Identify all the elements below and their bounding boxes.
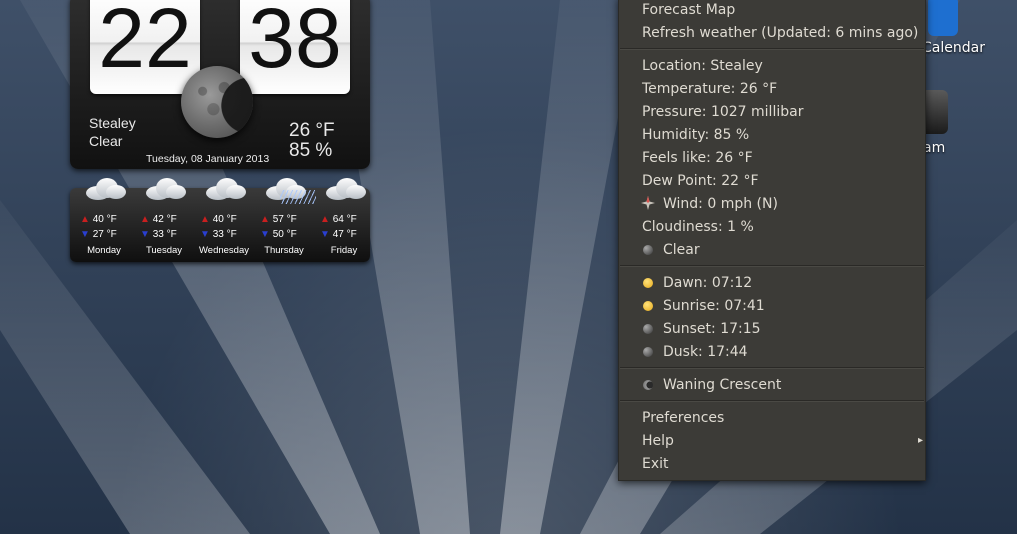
weather-indicator-menu: Forecast Map Refresh weather (Updated: 6… xyxy=(618,0,926,481)
forecast-day-name: Monday xyxy=(87,245,121,256)
moon-icon xyxy=(643,347,653,357)
forecast-low: ▼ 33 °F xyxy=(200,229,237,240)
forecast-high: ▲ 64 °F xyxy=(320,214,357,225)
cloud-icon xyxy=(86,176,126,202)
forecast-high: ▲ 42 °F xyxy=(140,214,177,225)
forecast-day-name: Friday xyxy=(330,245,358,256)
menu-separator xyxy=(620,400,924,402)
forecast-high: ▲ 40 °F xyxy=(80,214,117,225)
menu-item-dusk[interactable]: Dusk: 17:44 xyxy=(619,341,925,363)
forecast-low: ▼ 27 °F xyxy=(80,229,117,240)
menu-item-dawn[interactable]: Dawn: 07:12 xyxy=(619,272,925,294)
menu-item-help-label: Help xyxy=(642,433,674,449)
menu-item-dew-point[interactable]: Dew Point: 22 °F xyxy=(619,170,925,192)
minutes-flip-card: 38 xyxy=(240,0,350,94)
clock-condition: Clear xyxy=(89,133,123,149)
high-arrow-icon: ▲ xyxy=(200,214,210,225)
calendar-icon xyxy=(928,0,958,36)
high-arrow-icon: ▲ xyxy=(80,214,90,225)
menu-item-help[interactable]: Help ▸ xyxy=(619,430,925,452)
wind-compass-icon xyxy=(641,196,655,210)
menu-item-forecast-map[interactable]: Forecast Map xyxy=(619,0,925,21)
menu-item-moon-phase-label: Waning Crescent xyxy=(663,377,782,393)
menu-item-moon-phase[interactable]: Waning Crescent xyxy=(619,374,925,396)
menu-item-feels-like[interactable]: Feels like: 26 °F xyxy=(619,147,925,169)
calendar-desktop-label: Calendar xyxy=(922,40,985,56)
moon-icon xyxy=(643,245,653,255)
menu-item-preferences[interactable]: Preferences xyxy=(619,407,925,429)
clock-hours: 22 xyxy=(98,0,192,85)
forecast-day: ▲ 57 °F ▼ 50 °F Thursday xyxy=(254,178,316,262)
forecast-low: ▼ 33 °F xyxy=(140,229,177,240)
forecast-day: ▲ 40 °F ▼ 27 °F Monday xyxy=(74,178,134,262)
search-desktop-icon[interactable]: am xyxy=(920,90,1017,160)
calendar-desktop-icon[interactable]: Calendar xyxy=(920,0,1017,60)
menu-item-sunset-label: Sunset: 17:15 xyxy=(663,321,761,337)
menu-separator xyxy=(620,367,924,369)
menu-item-wind-label: Wind: 0 mph (N) xyxy=(663,196,778,212)
menu-item-location[interactable]: Location: Stealey xyxy=(619,55,925,77)
menu-item-sunrise-label: Sunrise: 07:41 xyxy=(663,298,765,314)
menu-item-dusk-label: Dusk: 17:44 xyxy=(663,344,748,360)
menu-item-exit[interactable]: Exit xyxy=(619,453,925,475)
menu-item-cloudiness[interactable]: Cloudiness: 1 % xyxy=(619,216,925,238)
menu-item-condition[interactable]: Clear xyxy=(619,239,925,261)
submenu-arrow-icon: ▸ xyxy=(917,435,923,446)
hours-flip-card: 22 xyxy=(90,0,200,94)
sun-icon xyxy=(643,278,653,288)
forecast-day: ▲ 40 °F ▼ 33 °F Wednesday xyxy=(194,178,254,262)
cloud-icon xyxy=(206,176,246,202)
forecast-high: ▲ 57 °F xyxy=(260,214,297,225)
high-arrow-icon: ▲ xyxy=(140,214,150,225)
low-arrow-icon: ▼ xyxy=(320,229,330,240)
high-arrow-icon: ▲ xyxy=(320,214,330,225)
clock-widget[interactable]: 22 38 Stealey Clear 26 °F 85 % Tuesday, … xyxy=(70,0,370,169)
clock-date: Tuesday, 08 January 2013 xyxy=(146,153,270,165)
moon-icon xyxy=(643,324,653,334)
menu-item-sunrise[interactable]: Sunrise: 07:41 xyxy=(619,295,925,317)
forecast-day-name: Thursday xyxy=(264,245,304,256)
clock-temperature: 26 °F xyxy=(289,120,335,141)
forecast-widget[interactable]: ▲ 40 °F ▼ 27 °F Monday ▲ 42 °F ▼ 33 °F T… xyxy=(70,178,370,262)
menu-item-refresh-weather[interactable]: Refresh weather (Updated: 6 mins ago) xyxy=(619,22,925,44)
low-arrow-icon: ▼ xyxy=(260,229,270,240)
search-desktop-label: am xyxy=(923,140,946,156)
menu-item-dawn-label: Dawn: 07:12 xyxy=(663,275,753,291)
forecast-high: ▲ 40 °F xyxy=(200,214,237,225)
low-arrow-icon: ▼ xyxy=(200,229,210,240)
menu-item-sunset[interactable]: Sunset: 17:15 xyxy=(619,318,925,340)
waning-crescent-icon xyxy=(643,380,653,390)
forecast-day-name: Tuesday xyxy=(145,245,183,256)
forecast-low: ▼ 50 °F xyxy=(260,229,297,240)
high-arrow-icon: ▲ xyxy=(260,214,270,225)
menu-item-temperature[interactable]: Temperature: 26 °F xyxy=(619,78,925,100)
cloud-icon xyxy=(146,176,186,202)
menu-item-condition-label: Clear xyxy=(663,242,700,258)
forecast-day: ▲ 42 °F ▼ 33 °F Tuesday xyxy=(134,178,194,262)
forecast-low: ▼ 47 °F xyxy=(320,229,357,240)
clock-minutes: 38 xyxy=(248,0,342,85)
forecast-day: ▲ 64 °F ▼ 47 °F Friday xyxy=(314,178,374,262)
menu-item-humidity[interactable]: Humidity: 85 % xyxy=(619,124,925,146)
sun-icon xyxy=(643,301,653,311)
low-arrow-icon: ▼ xyxy=(140,229,150,240)
forecast-day-name: Wednesday xyxy=(199,245,249,256)
clock-location: Stealey xyxy=(89,115,136,131)
cloud-icon xyxy=(326,176,366,202)
low-arrow-icon: ▼ xyxy=(80,229,90,240)
rain-cloud-icon xyxy=(266,176,316,204)
moon-icon xyxy=(181,66,253,138)
clock-humidity: 85 % xyxy=(289,140,333,161)
menu-item-pressure[interactable]: Pressure: 1027 millibar xyxy=(619,101,925,123)
menu-separator xyxy=(620,48,924,50)
menu-separator xyxy=(620,265,924,267)
menu-item-wind[interactable]: Wind: 0 mph (N) xyxy=(619,193,925,215)
